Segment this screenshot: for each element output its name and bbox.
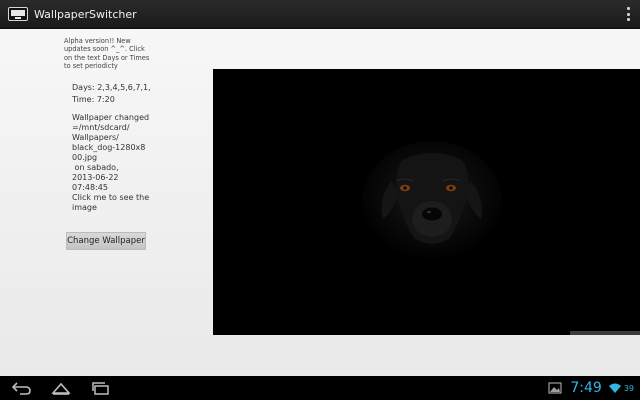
wallpaper-info-line: Click me to see the — [72, 193, 150, 202]
back-icon[interactable] — [10, 380, 32, 396]
wallpaper-info-line: image — [72, 203, 97, 212]
wallpaper-info-line: 2013-06-22 — [72, 173, 119, 182]
change-wallpaper-button[interactable]: Change Wallpaper — [66, 232, 146, 250]
days-setting[interactable]: Days: 2,3,4,5,6,7,1, — [72, 83, 151, 92]
main-content: Alpha version!! New updates soon ^_^. Cl… — [0, 29, 640, 376]
wallpaper-info-line: 07:48:45 — [72, 183, 108, 192]
wallpaper-preview[interactable] — [213, 69, 640, 335]
action-bar: WallpaperSwitcher — [0, 0, 640, 29]
status-area: 7:49 39 — [548, 379, 634, 397]
alpha-notice: Alpha version!! New updates soon ^_^. Cl… — [64, 37, 150, 70]
wallpaper-info-line: =/mnt/sdcard/ — [72, 123, 130, 132]
image-watermark — [570, 331, 640, 335]
wallpaper-info-line: 00.jpg — [72, 153, 98, 162]
battery-level: 39 — [623, 383, 634, 393]
overflow-menu-icon[interactable] — [626, 7, 630, 21]
recents-icon[interactable] — [90, 380, 112, 396]
wallpaper-info-line: on sabado, — [72, 163, 119, 172]
wallpaper-info-line: black_dog-1280x8 — [72, 143, 146, 152]
wallpaper-status-text[interactable]: Wallpaper changed =/mnt/sdcard/ Wallpape… — [72, 113, 154, 213]
wallpaper-info-line: Wallpaper changed — [72, 113, 150, 122]
wifi-icon — [608, 383, 621, 393]
wallpaper-info-line: Wallpapers/ — [72, 133, 119, 142]
app-title: WallpaperSwitcher — [34, 7, 137, 21]
status-clock: 7:49 — [570, 380, 602, 396]
gallery-notification-icon[interactable] — [548, 382, 562, 394]
black-dog-image — [213, 69, 640, 335]
home-icon[interactable] — [50, 380, 72, 396]
system-navigation-bar: 7:49 39 — [0, 376, 640, 400]
time-setting[interactable]: Time: 7:20 — [72, 95, 115, 104]
wallpaper-app-icon — [8, 7, 28, 21]
